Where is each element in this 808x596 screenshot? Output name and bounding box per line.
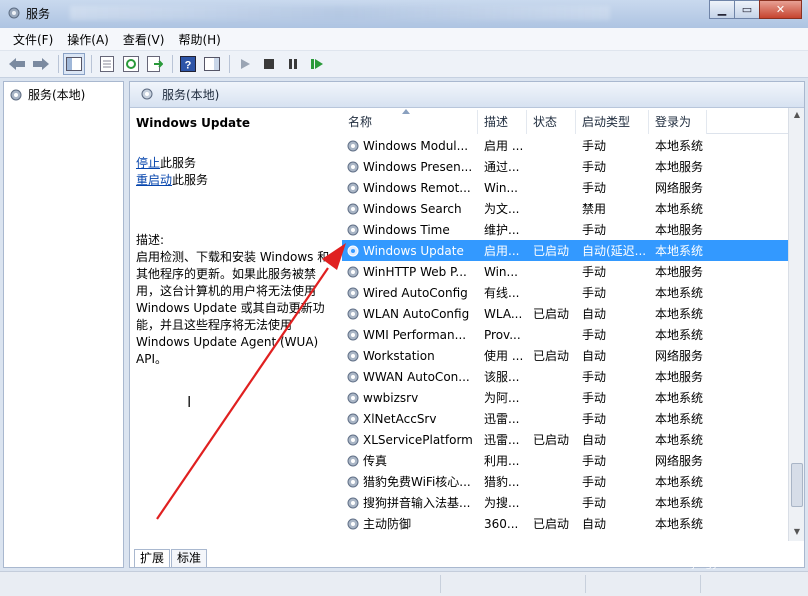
baidu-watermark: Baidu经验 <box>620 530 763 560</box>
baidu-watermark-url: jingyan.baidu.com <box>692 557 794 570</box>
annotation-arrow-shaft <box>156 267 329 520</box>
annotation-arrow <box>156 243 346 520</box>
annotation-arrow-head <box>322 243 346 270</box>
